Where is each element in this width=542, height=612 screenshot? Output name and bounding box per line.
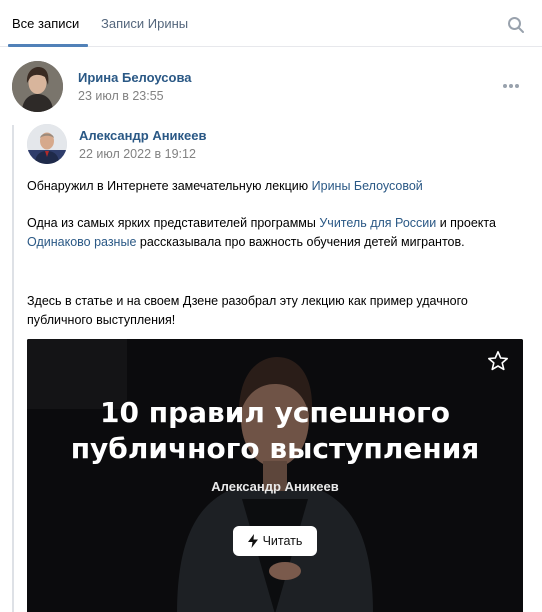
repost-indicator-bar [12,125,14,612]
post-author-name[interactable]: Ирина Белоусова [78,70,192,85]
repost-author-avatar[interactable] [27,124,67,164]
post-text-paragraph: Обнаружил в Интернете замечательную лекц… [27,177,527,196]
post-text: рассказывала про важность обучения детей… [136,235,465,249]
bolt-icon [247,534,258,548]
read-button-label: Читать [262,534,303,548]
project-link[interactable]: Одинаково разные [27,235,136,249]
repost-author-name[interactable]: Александр Аникеев [79,128,207,143]
post-date[interactable]: 23 июл в 23:55 [78,89,164,103]
post-text: и проекта [436,216,496,230]
wall-tabs: Все записи Записи Ирины [0,0,542,47]
search-icon[interactable] [507,16,525,34]
post-text: Здесь в статье и на своем Дзене разобрал… [27,294,468,327]
article-title: 10 правил успешного публичного выступлен… [27,395,523,467]
author-avatar[interactable] [12,61,63,112]
tab-all-posts[interactable]: Все записи [12,16,79,31]
repost-date[interactable]: 22 июл 2022 в 19:12 [79,147,196,161]
post-text-paragraph: Здесь в статье и на своем Дзене разобрал… [27,292,527,330]
article-title-line: 10 правил успешного [100,396,450,429]
article-title-line: публичного выступления [70,432,480,465]
read-button[interactable]: Читать [233,526,317,556]
post-text-paragraph: Одна из самых ярких представителей прогр… [27,214,527,252]
mention-link[interactable]: Ирины Белоусовой [312,179,423,193]
more-icon[interactable] [501,79,521,93]
article-cover-image [27,339,523,612]
post-text: Одна из самых ярких представителей прогр… [27,216,320,230]
star-icon[interactable] [486,349,510,373]
active-tab-indicator [8,44,88,47]
program-link[interactable]: Учитель для России [319,216,436,230]
post-text: Обнаружил в Интернете замечательную лекц… [27,179,312,193]
article-card[interactable]: 10 правил успешного публичного выступлен… [27,339,523,612]
tab-user-posts[interactable]: Записи Ирины [101,16,188,31]
article-author: Александр Аникеев [211,479,339,494]
